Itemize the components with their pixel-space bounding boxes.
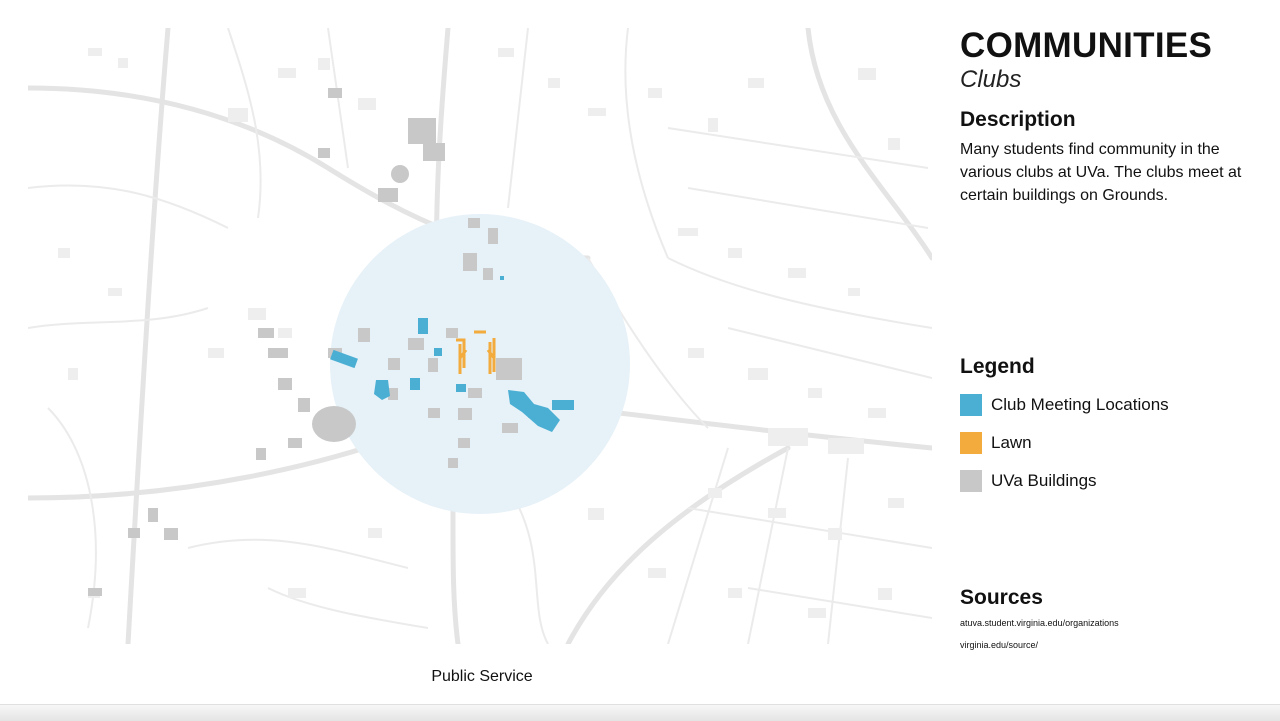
source-item: atuva.student.virginia.edu/organizations <box>960 618 1119 628</box>
buildings-swatch <box>960 470 982 492</box>
page-title: COMMUNITIES <box>960 26 1213 65</box>
page-subtitle: Clubs <box>960 66 1022 93</box>
legend: Club Meeting Locations Lawn UVa Building… <box>960 393 1260 507</box>
club-swatch <box>960 394 982 416</box>
legend-heading: Legend <box>960 355 1035 378</box>
legend-label: Lawn <box>991 433 1032 452</box>
bottom-bar <box>0 704 1280 721</box>
lawn-swatch <box>960 432 982 454</box>
description-text: Many students find community in the vari… <box>960 141 1242 204</box>
walking-radius <box>330 214 630 514</box>
description-heading: Description <box>960 108 1076 131</box>
sources-list: atuva.student.virginia.edu/organizations… <box>960 618 1260 662</box>
legend-item-club: Club Meeting Locations <box>960 393 1260 417</box>
map-caption: Public Service <box>431 668 533 685</box>
sources-heading: Sources <box>960 586 1043 609</box>
map-svg <box>28 28 932 644</box>
legend-label: Club Meeting Locations <box>991 395 1169 414</box>
legend-item-lawn: Lawn <box>960 431 1260 455</box>
legend-item-buildings: UVa Buildings <box>960 469 1260 493</box>
legend-label: UVa Buildings <box>991 471 1097 490</box>
source-item: virginia.edu/source/ <box>960 640 1039 650</box>
campus-map <box>28 28 932 644</box>
